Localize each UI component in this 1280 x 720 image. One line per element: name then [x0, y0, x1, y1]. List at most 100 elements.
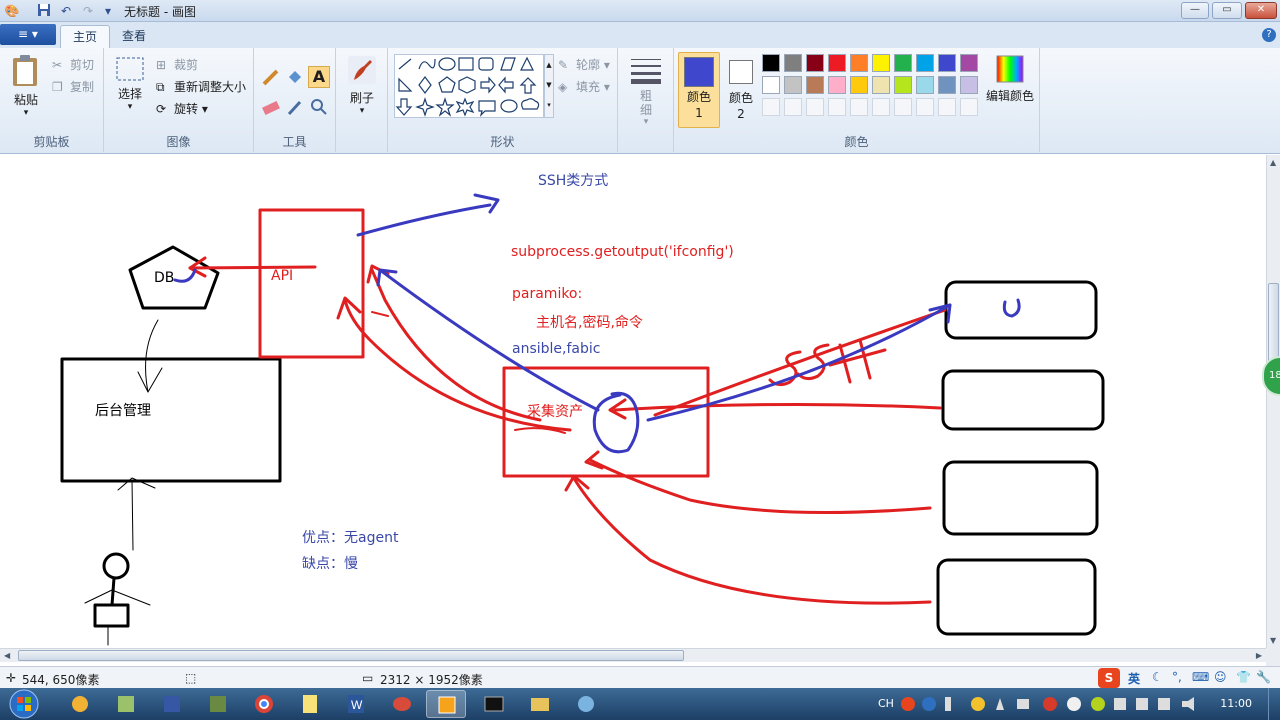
drawing-canvas[interactable]: SSH类方式 subprocess.getoutput('ifconfig') … [0, 155, 1266, 648]
image-size-icon: ▭ [362, 671, 374, 685]
resize-button[interactable]: ⧉ 重新调整大小 [156, 78, 246, 96]
paint-app-icon[interactable]: 🎨 [4, 3, 20, 19]
brushes-button[interactable]: 刷子 ▾ [342, 54, 382, 116]
selection-size-icon: ⬚ [185, 671, 197, 685]
notepad-icon[interactable] [290, 690, 330, 718]
taskbar-app-4[interactable] [198, 690, 238, 718]
word-icon[interactable]: W [336, 690, 376, 718]
palette-swatch[interactable] [806, 98, 824, 116]
tab-view[interactable]: 查看 [110, 25, 158, 48]
copy-button[interactable]: ❐ 复制 [52, 78, 94, 96]
palette-swatch[interactable] [938, 76, 956, 94]
ribbon-tab-row [0, 22, 1280, 48]
edit-colors-button[interactable]: 编辑颜色 [982, 54, 1038, 104]
palette-swatch[interactable] [916, 54, 934, 72]
palette-swatch[interactable] [850, 54, 868, 72]
paste-button[interactable]: 粘贴 ▾ [6, 54, 46, 118]
fill-button[interactable]: ◈ 填充 ▾ [558, 78, 610, 96]
vertical-scrollbar[interactable]: ▲ ▼ [1266, 155, 1280, 648]
user-body [93, 603, 130, 628]
taskbar-app-3[interactable] [152, 690, 192, 718]
magnifier-icon[interactable] [308, 96, 330, 118]
outline-label: 轮廓 [576, 58, 601, 72]
color2-button[interactable]: 颜色 2 [724, 52, 758, 128]
taskbar-app-12[interactable] [566, 690, 606, 718]
palette-swatch[interactable] [960, 76, 978, 94]
palette-swatch[interactable] [784, 54, 802, 72]
palette-swatch[interactable] [784, 76, 802, 94]
db-label: DB [154, 270, 175, 286]
palette-swatch[interactable] [806, 76, 824, 94]
palette-swatch[interactable] [916, 76, 934, 94]
horizontal-scroll-thumb[interactable] [18, 650, 684, 661]
taskbar-app-2[interactable] [106, 690, 146, 718]
maximize-button[interactable]: ▭ [1212, 2, 1242, 19]
color-picker-icon[interactable] [284, 96, 306, 118]
palette-swatch[interactable] [784, 98, 802, 116]
save-icon[interactable] [36, 3, 52, 19]
image-group: 选择 ▾ ⊞ 裁剪 ⧉ 重新调整大小 ⟳ 旋转 ▾ 图像 [104, 48, 254, 152]
shapes-scroll[interactable]: ▲ ▼ ▾ [544, 54, 554, 118]
paint-taskbar-button[interactable] [426, 690, 466, 718]
palette-swatch[interactable] [762, 98, 780, 116]
input-lang[interactable]: CH [878, 697, 894, 710]
crop-button[interactable]: ⊞ 裁剪 [156, 56, 198, 74]
cut-button[interactable]: ✂ 剪切 [52, 56, 94, 74]
tab-home[interactable]: 主页 [60, 25, 111, 48]
rotate-button[interactable]: ⟳ 旋转 ▾ [156, 100, 208, 118]
color2-swatch [729, 60, 753, 84]
palette-swatch[interactable] [894, 98, 912, 116]
taskbar-app-1[interactable] [60, 690, 100, 718]
scroll-left-arrow[interactable]: ◀ [4, 651, 10, 660]
color1-label: 颜色 1 [686, 90, 711, 120]
ime-toolbar[interactable]: S 英 ☾ °, ⌨ ☺ 👕 🔧 [1098, 668, 1278, 688]
close-button[interactable]: ✕ [1245, 2, 1277, 19]
palette-swatch[interactable] [960, 54, 978, 72]
fill-bucket-icon[interactable] [284, 66, 306, 88]
horizontal-scrollbar[interactable]: ◀ ▶ [0, 648, 1266, 662]
palette-swatch[interactable] [762, 76, 780, 94]
palette-swatch[interactable] [938, 54, 956, 72]
explorer-icon[interactable] [520, 690, 560, 718]
customize-qat-icon[interactable]: ▾ [100, 3, 116, 19]
scroll-right-arrow[interactable]: ▶ [1256, 651, 1262, 660]
file-menu-button[interactable]: ≡ ▾ [0, 24, 56, 45]
color1-button[interactable]: 颜色 1 [678, 52, 720, 128]
palette-swatch[interactable] [872, 54, 890, 72]
chrome-icon[interactable] [244, 690, 284, 718]
show-desktop-button[interactable] [1268, 688, 1280, 720]
clock[interactable]: 11:00 [1220, 697, 1252, 710]
shapes-gallery[interactable] [394, 54, 544, 118]
palette-swatch[interactable] [850, 98, 868, 116]
undo-icon[interactable]: ↶ [58, 3, 74, 19]
palette-swatch[interactable] [828, 54, 846, 72]
palette-swatch[interactable] [828, 98, 846, 116]
pencil-icon[interactable] [260, 66, 282, 88]
palette-swatch[interactable] [938, 98, 956, 116]
scroll-up-arrow[interactable]: ▲ [1270, 158, 1276, 167]
palette-swatch[interactable] [762, 54, 780, 72]
minimize-button[interactable]: — [1181, 2, 1209, 19]
start-button[interactable] [6, 688, 46, 720]
system-tray [900, 696, 1210, 712]
eraser-icon[interactable] [260, 96, 282, 118]
palette-swatch[interactable] [894, 54, 912, 72]
select-button[interactable]: 选择 ▾ [112, 56, 148, 112]
palette-swatch[interactable] [828, 76, 846, 94]
palette-swatch[interactable] [916, 98, 934, 116]
size-button[interactable]: 粗细 ▾ [626, 56, 666, 127]
text-tool-icon[interactable]: A [308, 66, 330, 88]
palette-swatch[interactable] [806, 54, 824, 72]
palette-swatch[interactable] [894, 76, 912, 94]
help-icon[interactable]: ? [1262, 28, 1276, 42]
palette-swatch[interactable] [872, 76, 890, 94]
cmd-icon[interactable] [474, 690, 514, 718]
palette-swatch[interactable] [850, 76, 868, 94]
outline-button[interactable]: ✎ 轮廓 ▾ [558, 56, 610, 74]
taskbar-app-8[interactable] [382, 690, 422, 718]
side-badge-count: 18 [1269, 370, 1280, 381]
palette-swatch[interactable] [872, 98, 890, 116]
palette-swatch[interactable] [960, 98, 978, 116]
scroll-down-arrow[interactable]: ▼ [1270, 636, 1276, 645]
redo-icon[interactable]: ↷ [80, 3, 96, 19]
